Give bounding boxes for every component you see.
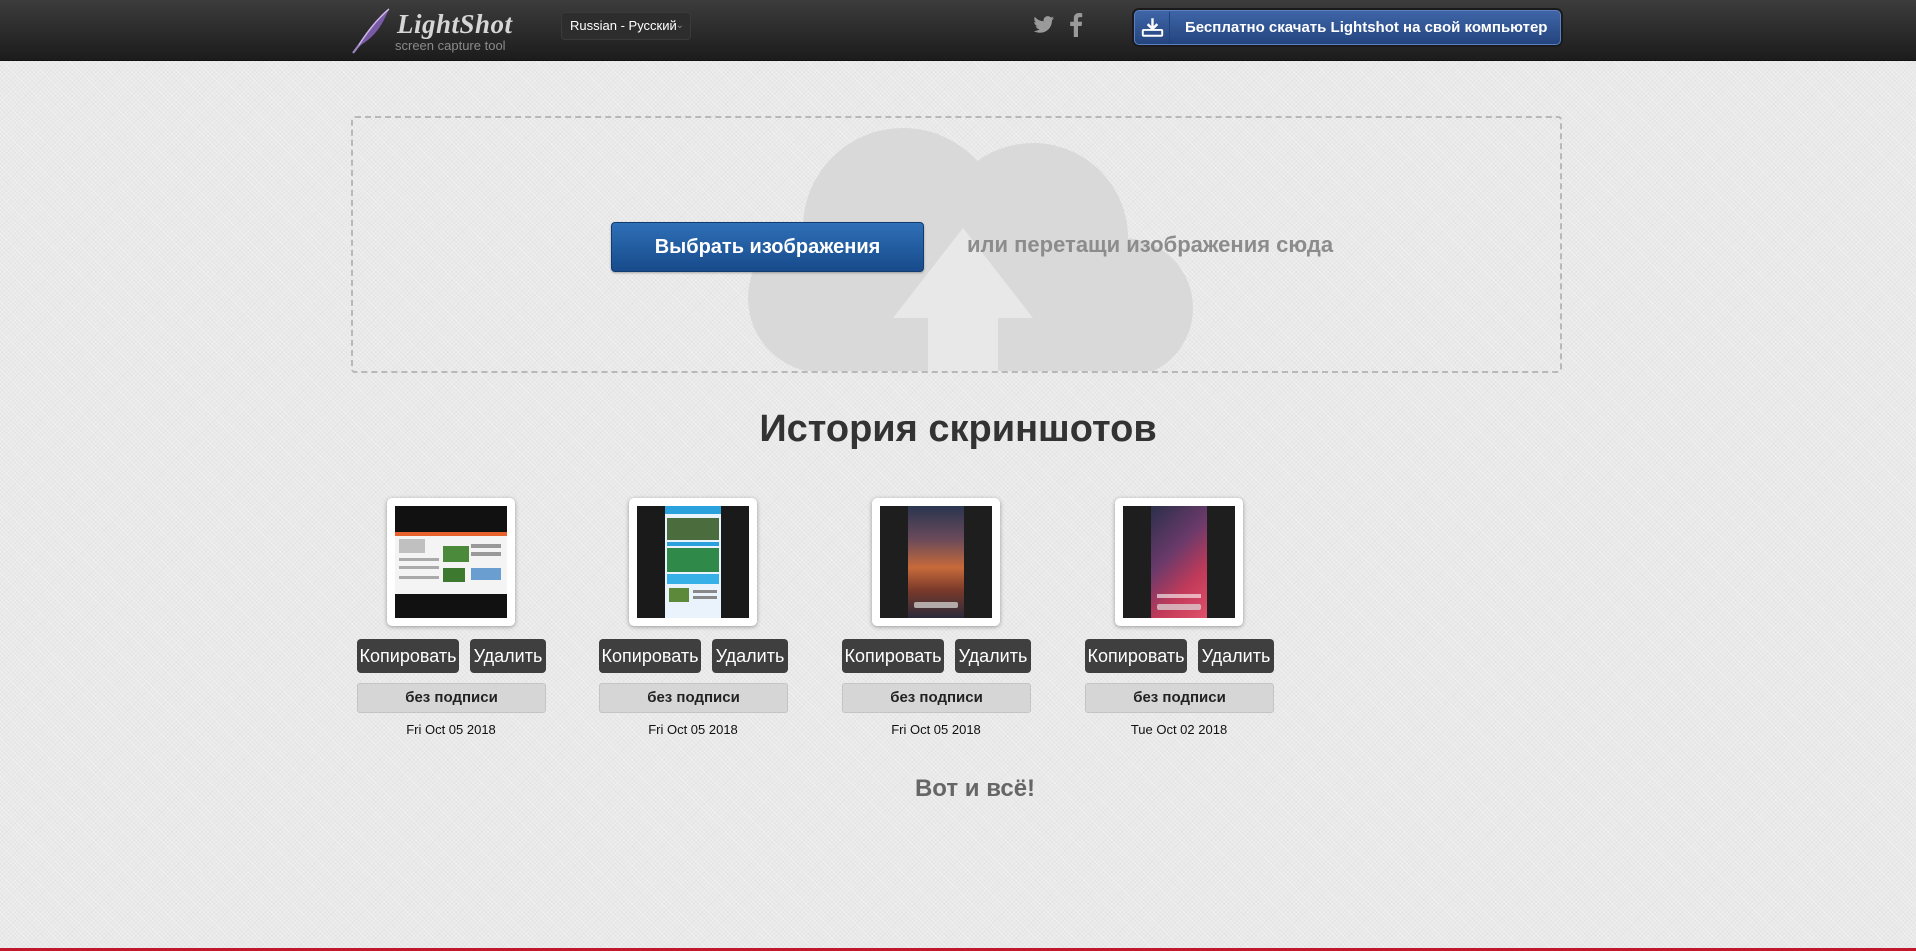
- thumbnail-image: [637, 506, 749, 618]
- download-app-button[interactable]: Бесплатно скачать Lightshot на свой комп…: [1134, 10, 1561, 45]
- end-of-history-text: Вот и всё!: [914, 775, 1036, 802]
- download-app-label: Бесплатно скачать Lightshot на свой комп…: [1185, 19, 1548, 36]
- logo-tagline: screen capture tool: [395, 38, 506, 53]
- thumbnail-image: [1123, 506, 1235, 618]
- drop-hint: или перетащи изображения сюда: [967, 232, 1334, 257]
- screenshot-date: Fri Oct 05 2018: [891, 722, 981, 737]
- download-icon: [1141, 12, 1170, 43]
- delete-button[interactable]: Удалить: [470, 639, 546, 673]
- language-select-value: Russian - Русский: [570, 18, 677, 33]
- facebook-icon[interactable]: [1069, 13, 1083, 37]
- language-select[interactable]: Russian - Русский ⌄: [561, 12, 691, 40]
- screenshot-date: Fri Oct 05 2018: [406, 722, 496, 737]
- copy-button[interactable]: Копировать: [842, 639, 944, 673]
- delete-button[interactable]: Удалить: [955, 639, 1031, 673]
- screenshot-date: Tue Oct 02 2018: [1130, 722, 1228, 737]
- caption-field[interactable]: без подписи: [599, 683, 788, 713]
- screenshot-card: Копировать Удалить без подписи Fri Oct 0…: [356, 498, 546, 743]
- caption-field[interactable]: без подписи: [357, 683, 546, 713]
- screenshot-card: Копировать Удалить без подписи Tue Oct 0…: [1084, 498, 1274, 743]
- screenshot-date: Fri Oct 05 2018: [648, 722, 738, 737]
- copy-button[interactable]: Копировать: [357, 639, 459, 673]
- history-title: История скриншотов: [759, 408, 1157, 450]
- copy-button[interactable]: Копировать: [599, 639, 701, 673]
- copy-button[interactable]: Копировать: [1085, 639, 1187, 673]
- caption-field[interactable]: без подписи: [842, 683, 1031, 713]
- select-images-button[interactable]: Выбрать изображения: [611, 222, 924, 272]
- upload-dropzone[interactable]: Выбрать изображения или перетащи изображ…: [351, 116, 1562, 373]
- screenshot-thumbnail[interactable]: [1115, 498, 1243, 626]
- screenshot-thumbnail[interactable]: [629, 498, 757, 626]
- thumbnail-image: [880, 506, 992, 618]
- thumbnail-image: [395, 506, 507, 618]
- caption-field[interactable]: без подписи: [1085, 683, 1274, 713]
- feather-logo-icon: [352, 8, 390, 54]
- top-bar: LightShot screen capture tool Russian - …: [0, 0, 1916, 61]
- twitter-icon[interactable]: [1033, 15, 1055, 35]
- screenshot-thumbnail[interactable]: [387, 498, 515, 626]
- lightshot-logo[interactable]: LightShot screen capture tool: [349, 5, 519, 55]
- screenshot-card: Копировать Удалить без подписи Fri Oct 0…: [598, 498, 788, 743]
- screenshot-card: Копировать Удалить без подписи Fri Oct 0…: [841, 498, 1031, 743]
- delete-button[interactable]: Удалить: [1198, 639, 1274, 673]
- chevron-down-icon: ⌄: [675, 20, 684, 31]
- screenshot-thumbnail[interactable]: [872, 498, 1000, 626]
- logo-name: LightShot: [397, 9, 513, 39]
- delete-button[interactable]: Удалить: [712, 639, 788, 673]
